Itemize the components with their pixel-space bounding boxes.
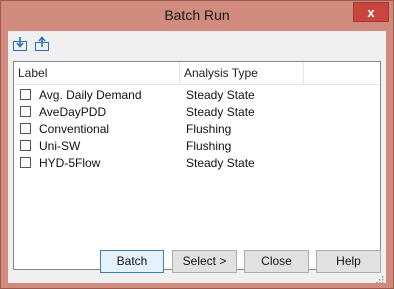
- row-label: Avg. Daily Demand: [39, 88, 142, 102]
- toolbar: [8, 31, 386, 57]
- list-row[interactable]: Conventional Flushing: [14, 121, 380, 138]
- dialog-client-area: Label Analysis Type Avg. Daily Demand St…: [8, 31, 386, 284]
- list-row[interactable]: AveDayPDD Steady State: [14, 104, 380, 121]
- row-analysis-type: Steady State: [186, 105, 255, 119]
- select-button[interactable]: Select >: [172, 250, 237, 273]
- column-header-label[interactable]: Label: [14, 62, 180, 84]
- list-row[interactable]: HYD-5Flow Steady State: [14, 155, 380, 172]
- row-label: Uni-SW: [39, 139, 81, 153]
- row-label: Conventional: [39, 122, 110, 136]
- row-label: AveDayPDD: [39, 105, 107, 119]
- row-checkbox[interactable]: [20, 123, 31, 134]
- close-button[interactable]: Close: [244, 250, 309, 273]
- row-checkbox[interactable]: [20, 89, 31, 100]
- column-header-analysis-type[interactable]: Analysis Type: [180, 62, 304, 84]
- window-close-button[interactable]: x: [353, 2, 389, 22]
- row-checkbox[interactable]: [20, 140, 31, 151]
- row-checkbox[interactable]: [20, 157, 31, 168]
- batch-list[interactable]: Label Analysis Type Avg. Daily Demand St…: [13, 61, 381, 270]
- row-analysis-type: Steady State: [186, 88, 255, 102]
- row-analysis-type: Flushing: [186, 122, 232, 136]
- row-analysis-type: Flushing: [186, 139, 232, 153]
- list-row[interactable]: Uni-SW Flushing: [14, 138, 380, 155]
- row-checkbox[interactable]: [20, 106, 31, 117]
- window-title: Batch Run: [164, 7, 230, 23]
- batch-run-window: Batch Run x Label Analysis Type Avg. Dai…: [0, 0, 394, 289]
- title-bar[interactable]: Batch Run x: [1, 1, 393, 31]
- list-header: Label Analysis Type: [14, 62, 380, 85]
- batch-button[interactable]: Batch: [100, 250, 164, 273]
- list-row[interactable]: Avg. Daily Demand Steady State: [14, 87, 380, 104]
- import-icon[interactable]: [12, 36, 28, 52]
- row-analysis-type: Steady State: [186, 156, 255, 170]
- row-label: HYD-5Flow: [39, 156, 101, 170]
- help-button[interactable]: Help: [316, 250, 381, 273]
- export-icon[interactable]: [34, 36, 50, 52]
- resize-grip-icon[interactable]: [374, 271, 384, 284]
